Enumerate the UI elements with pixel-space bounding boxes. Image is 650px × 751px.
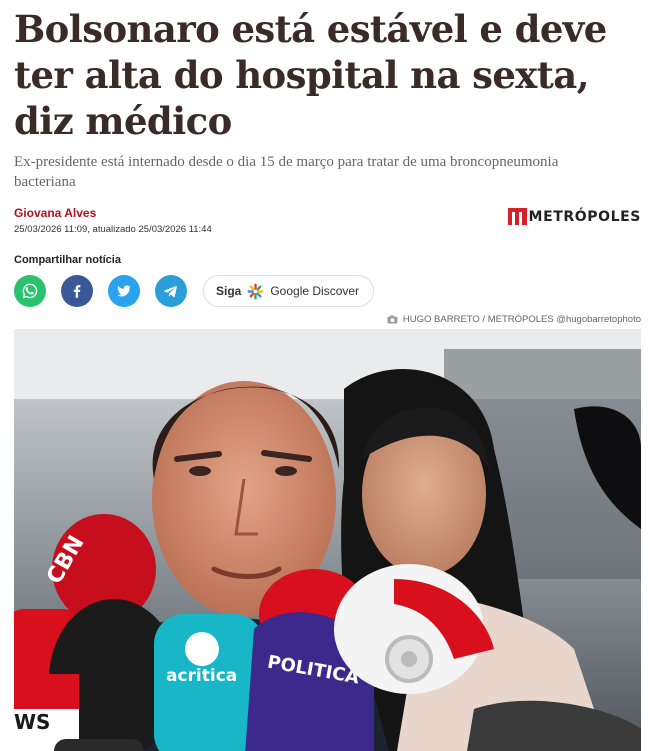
share-label: Compartilhar notícia: [14, 254, 121, 266]
google-discover-label: Google Discover: [270, 284, 360, 298]
photo-credit: HUGO BARRETO / METRÓPOLES @hugobarretoph…: [14, 312, 641, 326]
share-bar: Siga Google Discover: [14, 274, 641, 308]
follow-label: Siga: [216, 284, 242, 298]
metropoles-logo[interactable]: METRÓPOLES: [507, 208, 641, 225]
telegram-share-button[interactable]: [155, 275, 187, 307]
twitter-icon: [117, 285, 131, 297]
whatsapp-share-button[interactable]: [14, 275, 46, 307]
article-subheadline: Ex-presidente está internado desde o dia…: [14, 154, 559, 190]
telegram-icon: [164, 286, 177, 297]
publish-dates: 25/03/2026 11:09, atualizado 25/03/2026 …: [14, 224, 212, 235]
whatsapp-icon: [22, 283, 38, 299]
byline: Giovana Alves 25/03/2026 11:09, atualiza…: [14, 206, 641, 240]
brand-name: METRÓPOLES: [528, 208, 641, 225]
google-discover-follow-button[interactable]: Siga Google Discover: [203, 275, 375, 307]
camera-icon: [387, 314, 398, 324]
article-headline: Bolsonaro está estável e deve ter alta d…: [14, 7, 607, 143]
mic-acritica-label: acritica: [166, 666, 237, 686]
metropoles-logo-icon: [507, 208, 527, 225]
facebook-icon: [73, 285, 81, 298]
google-discover-icon: [247, 283, 264, 299]
press-conference-illustration: CBN acritica POLITICA WS: [14, 329, 641, 751]
mic-news-label: WS: [14, 710, 50, 734]
facebook-share-button[interactable]: [61, 275, 93, 307]
article-photo[interactable]: CBN acritica POLITICA WS: [14, 329, 641, 751]
photo-credit-text: HUGO BARRETO / METRÓPOLES @hugobarretoph…: [402, 313, 641, 325]
article-page: Bolsonaro está estável e deve ter alta d…: [14, 0, 641, 751]
twitter-share-button[interactable]: [108, 275, 140, 307]
